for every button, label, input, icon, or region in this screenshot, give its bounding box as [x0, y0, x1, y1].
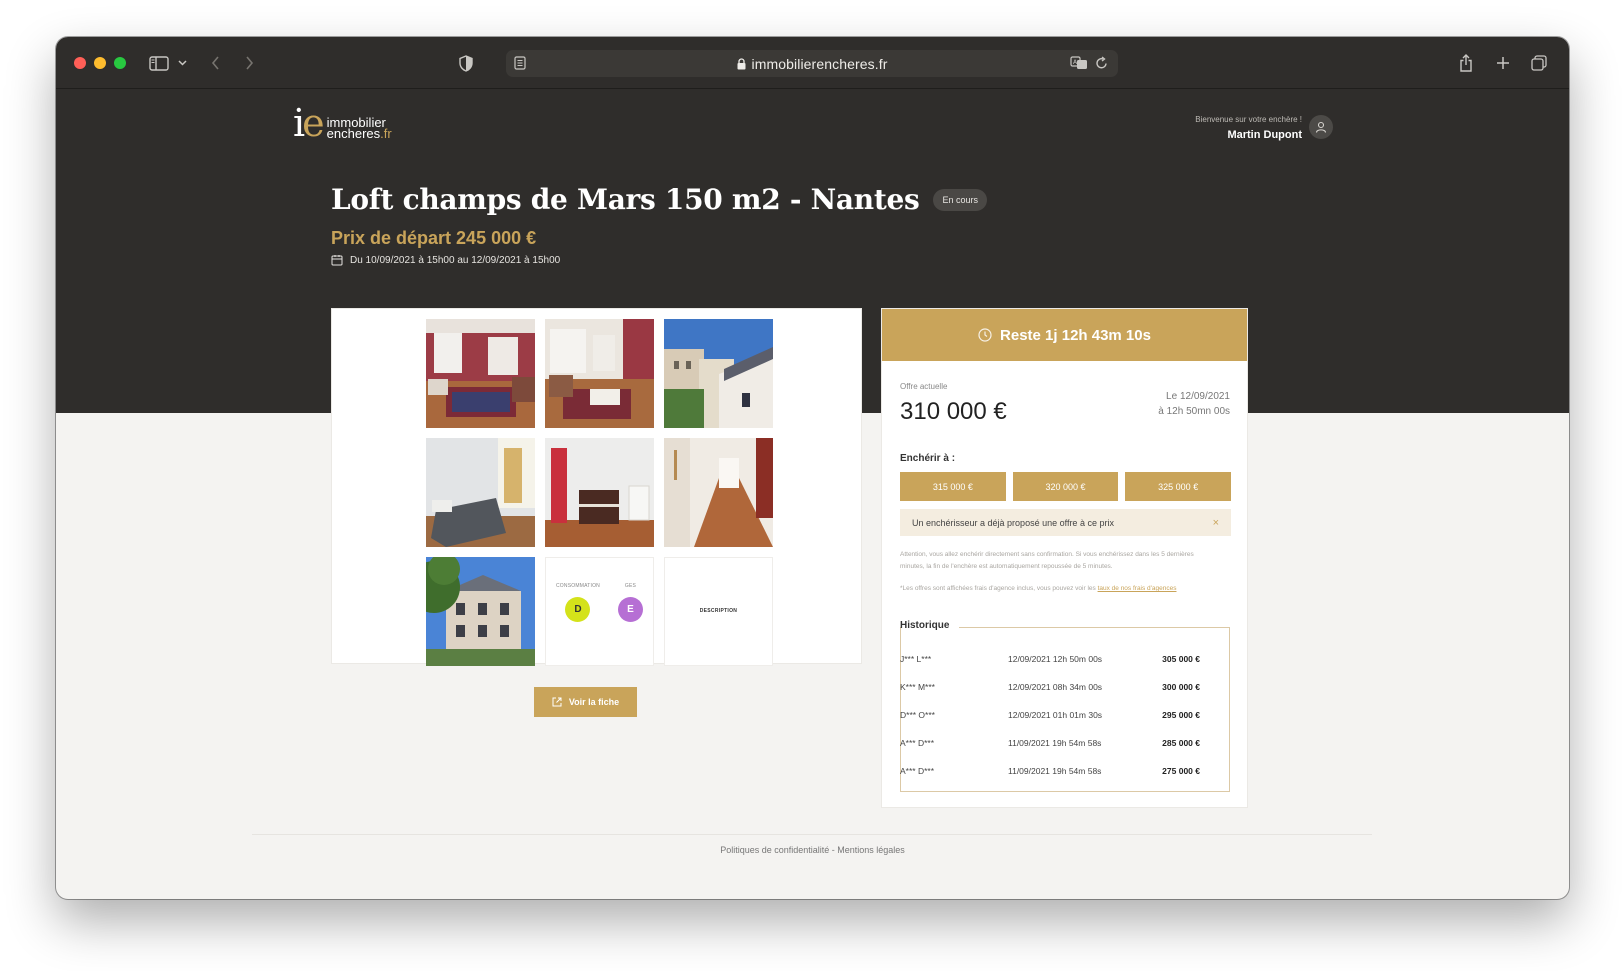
sidebar-toggle-icon[interactable] — [148, 51, 170, 75]
offer-time-line: à 12h 50mn 00s — [1158, 406, 1230, 417]
current-offer-value: 310 000 € — [900, 398, 1007, 425]
energy-consumption: CONSOMMATION D — [556, 583, 600, 622]
bidder-name: D*** O*** — [900, 710, 935, 720]
bid-options: 315 000 € 320 000 € 325 000 € — [900, 472, 1232, 501]
user-greeting: Bienvenue sur votre enchère ! Martin Dup… — [1195, 115, 1302, 141]
bid-date: 11/09/2021 19h 54m 58s — [1008, 766, 1102, 776]
ges-label: GES — [624, 583, 637, 589]
current-offer-date: Le 12/09/2021 à 12h 50mn 00s — [1158, 389, 1230, 419]
bid-date: 11/09/2021 19h 54m 58s — [1008, 738, 1102, 748]
starting-price: Prix de départ 245 000 € — [331, 228, 537, 248]
countdown-text: Reste 1j 12h 43m 10s — [1000, 326, 1151, 344]
photo-living-room-2[interactable] — [545, 319, 654, 428]
view-listing-label: Voir la fiche — [568, 697, 620, 707]
new-tab-icon[interactable] — [1494, 51, 1512, 75]
bid-date: 12/09/2021 12h 50m 00s — [1008, 654, 1103, 664]
bid-amount: 275 000 € — [1162, 766, 1200, 776]
auction-dates-text: Du 10/09/2021 à 15h00 au 12/09/2021 à 15… — [350, 254, 561, 266]
energy-consumption-value: D — [565, 597, 591, 622]
bid-button-2[interactable]: 320 000 € — [1012, 472, 1119, 501]
history-label: Historique — [900, 620, 950, 631]
listing-title-row: Loft champs de Mars 150 m2 - Nantes En c… — [331, 183, 987, 216]
photo-bedroom[interactable] — [426, 438, 535, 547]
bidder-name: K*** M*** — [900, 682, 935, 692]
energy-rating-card[interactable]: CONSOMMATION D GES E — [545, 557, 654, 666]
energy-consumption-label: CONSOMMATION — [556, 583, 600, 589]
back-icon[interactable] — [208, 51, 222, 75]
bid-warning: Attention, vous allez enchérir directeme… — [900, 551, 1194, 570]
fees-link[interactable]: taux de nos frais d'agences — [1098, 585, 1177, 592]
status-badge: En cours — [933, 188, 987, 211]
description-label: DESCRIPTION — [699, 608, 738, 614]
photo-hallway[interactable] — [664, 438, 773, 547]
bid-amount: 285 000 € — [1162, 738, 1200, 748]
bid-button-1[interactable]: 315 000 € — [900, 472, 1006, 501]
close-alert-icon[interactable]: × — [1213, 517, 1219, 529]
view-listing-button[interactable]: Voir la fiche — [534, 687, 637, 717]
calendar-icon — [331, 255, 343, 266]
bidder-name: J*** L*** — [900, 654, 932, 664]
listing-title: Loft champs de Mars 150 m2 - Nantes — [331, 183, 920, 216]
bid-amount: 300 000 € — [1162, 682, 1200, 692]
privacy-shield-icon[interactable] — [457, 51, 475, 75]
bidder-name: A*** D*** — [900, 738, 935, 748]
share-icon[interactable] — [1457, 51, 1475, 75]
welcome-text: Bienvenue sur votre enchère ! — [1195, 115, 1302, 124]
footer-divider — [252, 834, 1372, 835]
minimize-window-button[interactable] — [94, 57, 106, 69]
bid-label: Enchérir à : — [900, 453, 956, 464]
photo-gallery: CONSOMMATION D GES E DESCRIPTION — [331, 308, 862, 666]
ges-rating: GES E — [617, 583, 643, 622]
offer-date-line: Le 12/09/2021 — [1166, 391, 1230, 402]
clock-icon — [978, 328, 992, 342]
bid-amount: 295 000 € — [1162, 710, 1200, 720]
photo-balcony-view[interactable] — [664, 319, 773, 428]
external-link-icon — [552, 697, 562, 707]
bid-date: 12/09/2021 01h 01m 30s — [1008, 710, 1103, 720]
photo-living-room-1[interactable] — [426, 319, 535, 428]
address-bar[interactable]: immobilierencheres.fr A — [506, 50, 1118, 77]
user-name: Martin Dupont — [1227, 129, 1302, 141]
auction-panel: Reste 1j 12h 43m 10s Offre actuelle 310 … — [881, 308, 1248, 808]
bid-amount: 305 000 € — [1162, 654, 1200, 664]
photo-piano-room[interactable] — [545, 438, 654, 547]
browser-window: immobilierencheres.fr A ie immobilier en… — [56, 37, 1569, 899]
energy-ratings: CONSOMMATION D GES E — [546, 583, 653, 622]
bid-button-3[interactable]: 325 000 € — [1125, 472, 1232, 501]
user-avatar-icon[interactable] — [1309, 115, 1333, 139]
fees-note: *Les offres sont affichées frais d'agenc… — [900, 585, 1231, 592]
zoom-window-button[interactable] — [114, 57, 126, 69]
bidder-name: A*** D*** — [900, 766, 935, 776]
tab-overview-icon[interactable] — [1530, 51, 1548, 75]
chevron-down-icon[interactable] — [176, 51, 188, 75]
logo-mark: ie — [293, 101, 325, 145]
translate-icon[interactable]: A — [1070, 56, 1088, 73]
ges-value: E — [617, 597, 643, 622]
current-offer-label: Offre actuelle — [900, 382, 948, 391]
close-window-button[interactable] — [74, 57, 86, 69]
browser-toolbar: immobilierencheres.fr A — [56, 37, 1569, 89]
footer-links[interactable]: Politiques de confidentialité - Mentions… — [56, 845, 1569, 855]
logo-wordmark: immobilier encheres.fr — [326, 115, 392, 141]
url-text: immobilierencheres.fr — [751, 55, 888, 72]
bid-alert: Un enchérisseur a déjà proposé une offre… — [900, 509, 1231, 536]
description-card[interactable]: DESCRIPTION — [664, 557, 773, 666]
reader-icon[interactable] — [514, 56, 526, 73]
lock-icon — [737, 57, 746, 70]
countdown-banner: Reste 1j 12h 43m 10s — [882, 309, 1247, 361]
forward-icon[interactable] — [242, 51, 256, 75]
bid-date: 12/09/2021 08h 34m 00s — [1008, 682, 1103, 692]
photo-building-exterior[interactable] — [426, 557, 535, 666]
bid-alert-text: Un enchérisseur a déjà proposé une offre… — [912, 517, 1114, 528]
fees-note-text: *Les offres sont affichées frais d'agenc… — [900, 585, 1098, 592]
reload-icon[interactable] — [1095, 56, 1108, 73]
auction-dates: Du 10/09/2021 à 15h00 au 12/09/2021 à 15… — [331, 254, 560, 266]
brand-logo[interactable]: ie immobilier encheres.fr — [293, 101, 392, 145]
